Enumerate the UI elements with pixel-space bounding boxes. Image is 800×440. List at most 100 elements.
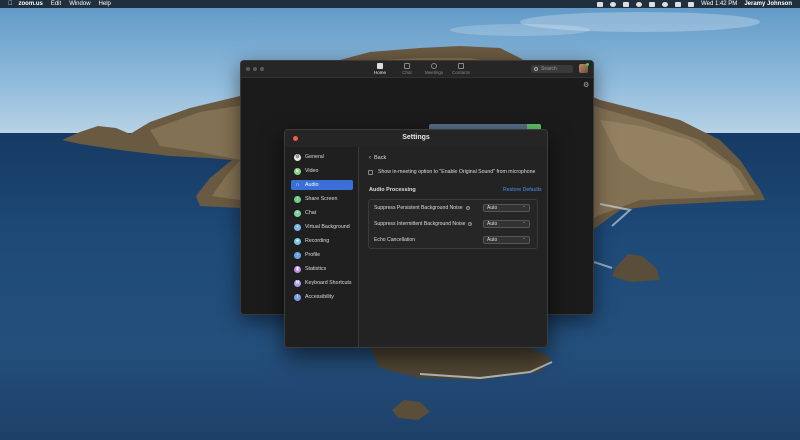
- select-value: Auto: [487, 221, 498, 227]
- settings-sidebar: ⚙ General ▸ Video ∩ Audio ↑ Share Screen…: [285, 147, 359, 347]
- processing-row-intermittent-noise: Suppress Intermittent Background Noise ?…: [369, 217, 537, 231]
- processing-label-text: Suppress Persistent Background Noise: [374, 205, 463, 211]
- battery-icon[interactable]: [688, 1, 695, 7]
- recording-icon: ●: [294, 237, 301, 245]
- sidebar-item-label: Statistics: [305, 266, 327, 272]
- tab-contacts-label: Contacts: [452, 70, 470, 75]
- settings-window: Settings ⚙ General ▸ Video ∩ Audio ↑ Sha…: [284, 129, 548, 348]
- search-placeholder: Search: [541, 66, 557, 72]
- wifi-icon[interactable]: [662, 1, 669, 7]
- apple-menu-icon[interactable]: : [8, 1, 13, 7]
- menu-status-area: Wed 1:42 PM Jeramy Johnson: [597, 1, 800, 7]
- menu-bar:  zoom.us Edit Window Help Wed 1:42 PM J…: [0, 0, 800, 8]
- sidebar-item-label: Audio: [305, 182, 319, 188]
- home-icon: [377, 63, 383, 69]
- chevron-updown-icon: ⌃: [522, 221, 526, 226]
- back-button[interactable]: ‹ Back: [369, 155, 386, 161]
- original-sound-label: Show in-meeting option to "Enable Origin…: [378, 169, 536, 175]
- chat-icon: [404, 63, 410, 69]
- sidebar-item-keyboard-shortcuts[interactable]: ⌘ Keyboard Shortcuts: [291, 278, 353, 288]
- sidebar-item-label: Virtual Background: [305, 224, 350, 230]
- accessibility-icon: i: [294, 293, 301, 301]
- processing-label: Suppress Intermittent Background Noise ?: [374, 221, 473, 227]
- statistics-icon: ▮: [294, 265, 301, 273]
- help-icon[interactable]: ?: [468, 222, 473, 226]
- avatar[interactable]: [579, 63, 589, 73]
- general-icon: ⚙: [294, 153, 301, 161]
- contacts-icon: [458, 63, 464, 69]
- tab-meetings[interactable]: Meetings: [425, 63, 443, 75]
- sidebar-item-accessibility[interactable]: i Accessibility: [291, 292, 353, 302]
- sidebar-item-label: Video: [305, 168, 319, 174]
- zoom-status-icon[interactable]: [597, 1, 604, 7]
- tab-home[interactable]: Home: [371, 63, 389, 75]
- search-input[interactable]: Search: [531, 65, 573, 73]
- sidebar-item-recording[interactable]: ● Recording: [291, 236, 353, 246]
- info-status-icon[interactable]: [610, 1, 617, 7]
- sidebar-item-label: Profile: [305, 252, 321, 258]
- menu-window[interactable]: Window: [69, 1, 90, 7]
- sidebar-item-statistics[interactable]: ▮ Statistics: [291, 264, 353, 274]
- window-controls: [246, 67, 264, 71]
- search-icon: [534, 67, 538, 71]
- audio-settings-panel: ‹ Back Show in-meeting option to "Enable…: [359, 147, 547, 347]
- menu-user-name[interactable]: Jeramy Johnson: [744, 1, 792, 7]
- sidebar-item-share-screen[interactable]: ↑ Share Screen: [291, 194, 353, 204]
- screen-share-status-icon[interactable]: [623, 1, 630, 7]
- minimize-window-icon[interactable]: [253, 67, 257, 71]
- help-icon[interactable]: ?: [465, 206, 470, 210]
- keyboard-icon: ⌘: [294, 279, 301, 287]
- tab-meetings-label: Meetings: [424, 70, 444, 75]
- sidebar-item-label: General: [305, 154, 324, 160]
- zoom-window-icon[interactable]: [260, 67, 264, 71]
- chevron-updown-icon: ⌃: [522, 237, 526, 242]
- intermittent-noise-select[interactable]: Auto ⌃: [483, 220, 530, 228]
- menu-app-name[interactable]: zoom.us: [19, 1, 43, 7]
- sidebar-item-label: Chat: [305, 210, 317, 216]
- back-label: Back: [374, 155, 387, 161]
- restore-defaults-link[interactable]: Restore Defaults: [503, 187, 542, 193]
- menu-clock[interactable]: Wed 1:42 PM: [701, 1, 737, 7]
- settings-titlebar: Settings: [285, 130, 547, 147]
- sidebar-item-label: Accessibility: [305, 294, 334, 300]
- virtual-background-icon: ▪: [294, 223, 301, 231]
- tab-home-label: Home: [373, 70, 386, 75]
- processing-row-echo-cancellation: Echo Cancellation Auto ⌃: [369, 233, 537, 247]
- sidebar-item-profile[interactable]: ◦ Profile: [291, 250, 353, 260]
- persistent-noise-select[interactable]: Auto ⌃: [483, 204, 530, 212]
- bluetooth-icon[interactable]: [649, 1, 656, 7]
- volume-icon[interactable]: [675, 1, 682, 7]
- sidebar-item-video[interactable]: ▸ Video: [291, 166, 353, 176]
- sidebar-item-audio[interactable]: ∩ Audio: [291, 180, 353, 190]
- processing-label: Echo Cancellation: [374, 237, 415, 243]
- tab-chat-label: Chat: [402, 70, 412, 75]
- processing-row-persistent-noise: Suppress Persistent Background Noise ? A…: [369, 201, 537, 215]
- menu-help[interactable]: Help: [99, 1, 111, 7]
- tab-chat[interactable]: Chat: [398, 63, 416, 75]
- sidebar-item-label: Share Screen: [305, 196, 338, 202]
- original-sound-checkbox[interactable]: [368, 169, 373, 175]
- sidebar-item-chat[interactable]: • Chat: [291, 208, 353, 218]
- echo-cancellation-select[interactable]: Auto ⌃: [483, 236, 530, 244]
- headphones-icon: ∩: [295, 182, 300, 188]
- online-status-dot: [586, 63, 589, 66]
- clock-icon: [431, 63, 437, 69]
- close-window-icon[interactable]: [246, 67, 250, 71]
- select-value: Auto: [487, 237, 498, 243]
- processing-label-text: Echo Cancellation: [374, 237, 416, 243]
- menu-edit[interactable]: Edit: [51, 1, 61, 7]
- sidebar-item-virtual-background[interactable]: ▪ Virtual Background: [291, 222, 353, 232]
- settings-title: Settings: [402, 134, 430, 141]
- processing-label-text: Suppress Intermittent Background Noise: [374, 221, 466, 227]
- zoom-toolbar: Home Chat Meetings Contacts Search: [241, 61, 593, 78]
- video-icon: ▸: [294, 167, 301, 175]
- zoom-nav-tabs: Home Chat Meetings Contacts: [371, 63, 470, 75]
- sidebar-item-general[interactable]: ⚙ General: [291, 152, 353, 162]
- gear-icon[interactable]: ⚙: [583, 81, 589, 89]
- tab-contacts[interactable]: Contacts: [452, 63, 470, 75]
- profile-icon: ◦: [294, 251, 301, 259]
- user-status-icon[interactable]: [636, 1, 643, 7]
- audio-processing-heading: Audio Processing: [369, 187, 416, 193]
- select-value: Auto: [487, 205, 498, 211]
- chevron-left-icon: ‹: [369, 155, 371, 161]
